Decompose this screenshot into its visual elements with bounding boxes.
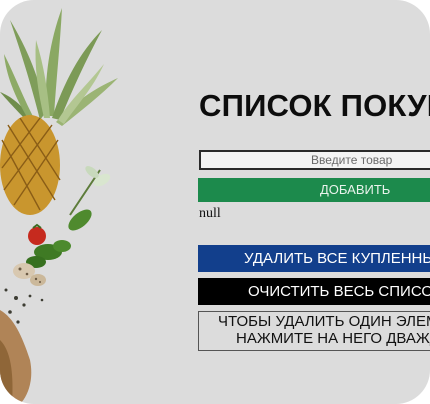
item-input[interactable]: [199, 150, 430, 170]
add-button[interactable]: ДОБАВИТЬ: [198, 178, 430, 202]
page-title: СПИСОК ПОКУПОК: [199, 88, 430, 123]
peppercorns: [4, 288, 44, 324]
delete-bought-button[interactable]: УДАЛИТЬ ВСЕ КУПЛЕННЫЕ: [198, 245, 430, 272]
hint-box: ЧТОБЫ УДАЛИТЬ ОДИН ЭЛЕМЕНТ НАЖМИТЕ НА НЕ…: [198, 311, 430, 351]
parsley: [26, 240, 71, 268]
app-frame: СПИСОК ПОКУПОК ДОБАВИТЬ null УДАЛИТЬ ВСЕ…: [0, 0, 430, 404]
basil-sprig: [68, 166, 111, 231]
pineapple-vegetables-illustration: [0, 8, 118, 404]
list-output: null: [199, 206, 221, 221]
clear-list-button[interactable]: ОЧИСТИТЬ ВЕСЬ СПИСОК: [198, 278, 430, 305]
pineapple-leaves: [0, 8, 118, 128]
hint-line-1: ЧТОБЫ УДАЛИТЬ ОДИН ЭЛЕМЕНТ: [218, 313, 430, 330]
tomato: [28, 227, 46, 245]
hint-line-2: НАЖМИТЕ НА НЕГО ДВАЖДЫ: [236, 330, 430, 347]
